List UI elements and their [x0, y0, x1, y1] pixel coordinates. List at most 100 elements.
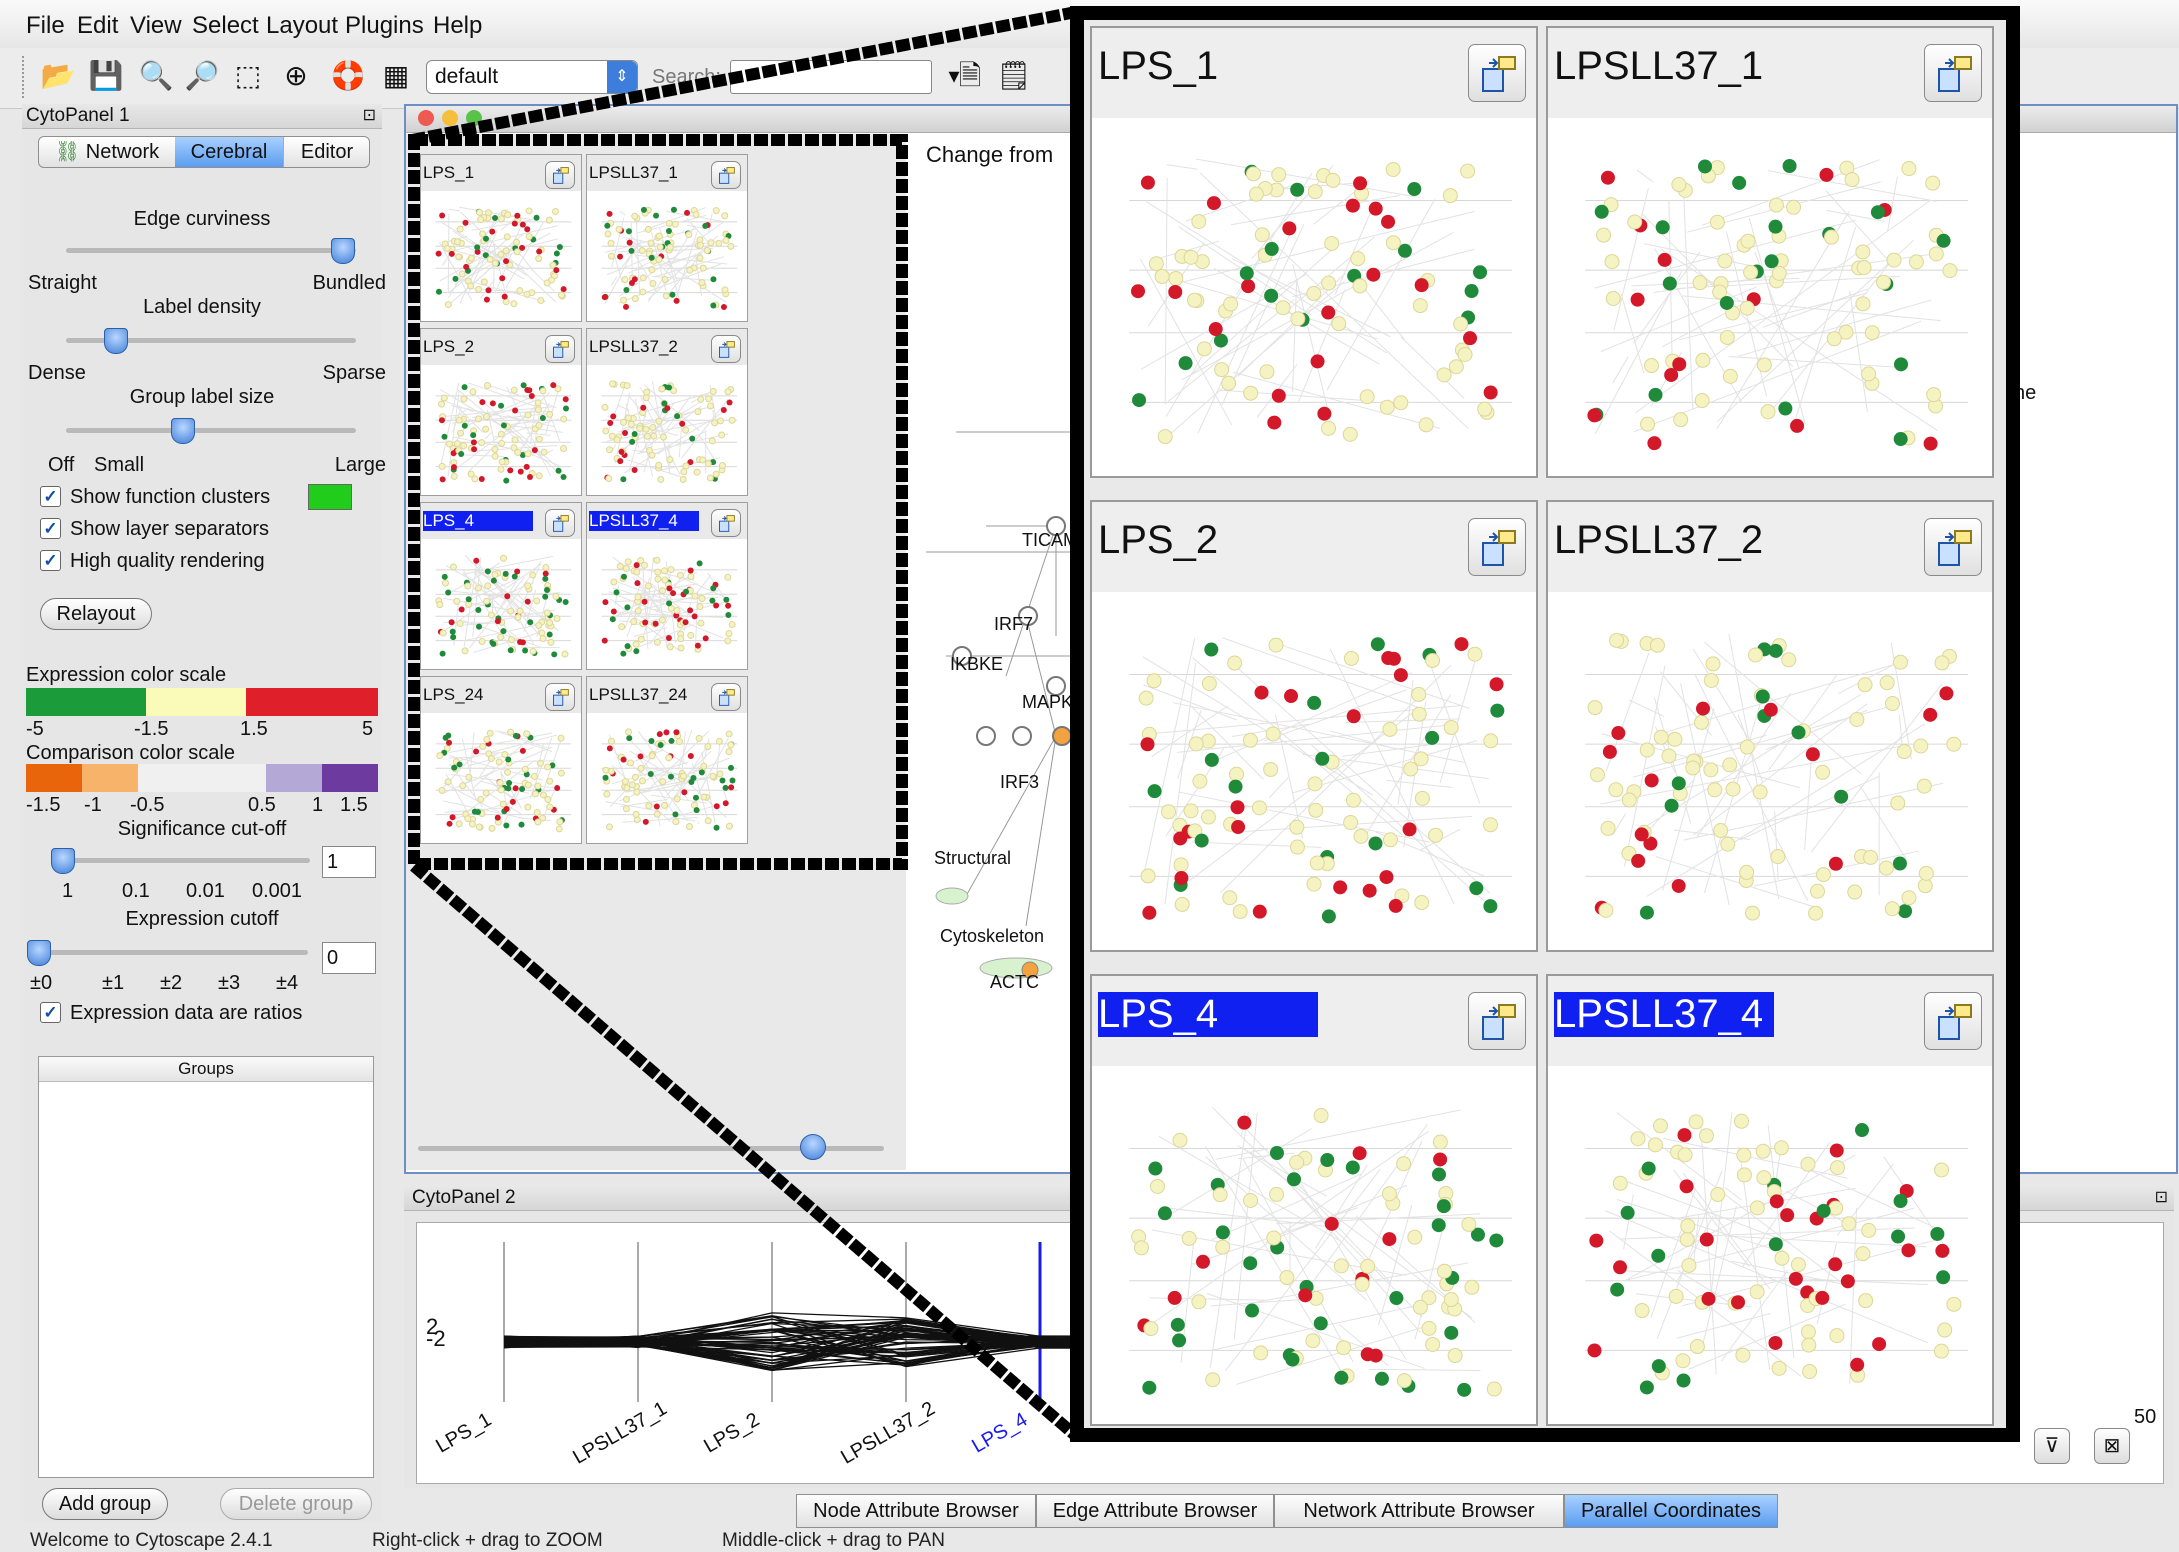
network-node: [1148, 1161, 1163, 1176]
network-node: [1132, 393, 1147, 408]
network-node: [1200, 809, 1216, 825]
network-node: [1641, 1161, 1656, 1176]
open-network-icon[interactable]: [1924, 44, 1982, 102]
open-network-icon[interactable]: [1468, 992, 1526, 1050]
network-node: [1290, 311, 1306, 327]
network-node: [1345, 792, 1361, 808]
network-node: [1778, 401, 1793, 416]
expression-cutoff-thumb[interactable]: [27, 940, 51, 966]
open-network-icon[interactable]: [1468, 44, 1526, 102]
network-node: [1389, 1291, 1404, 1306]
edge-curviness-thumb[interactable]: [330, 238, 355, 264]
network-node: [1161, 804, 1177, 820]
network-node: [1679, 1179, 1694, 1194]
zoom-tile-lpsll37_2[interactable]: LPSLL37_2: [1546, 500, 1994, 952]
network-node: [1739, 300, 1755, 316]
zoom-tile-lpsll37_4[interactable]: LPSLL37_4: [1546, 974, 1994, 1426]
network-node: [1334, 1370, 1349, 1385]
network-node: [1393, 395, 1409, 411]
network-node: [1790, 418, 1805, 433]
network-node: [1265, 726, 1281, 742]
network-node: [1791, 725, 1806, 740]
network-node: [1918, 865, 1934, 881]
network-node: [1844, 172, 1860, 188]
network-node: [1346, 709, 1361, 724]
network-node: [1689, 1339, 1705, 1355]
network-node: [1764, 254, 1779, 269]
tile-header: LPS_2: [1092, 502, 1536, 592]
network-node: [1388, 898, 1403, 913]
network-node: [1936, 1270, 1951, 1285]
network-node: [1696, 701, 1711, 716]
zoom-tile-lps_4[interactable]: LPS_4: [1090, 974, 1538, 1426]
network-node: [1736, 1147, 1752, 1163]
label-density-thumb[interactable]: [104, 328, 129, 354]
network-node: [1664, 367, 1679, 382]
network-node: [1745, 905, 1761, 921]
tile-title: LPS_1: [1098, 44, 1219, 88]
network-node: [1612, 1175, 1628, 1191]
network-node: [1425, 1336, 1441, 1352]
network-node: [1800, 1324, 1816, 1340]
network-node: [1857, 677, 1873, 693]
network-node: [1648, 387, 1663, 402]
network-node: [1381, 1186, 1397, 1202]
network-node: [1253, 1345, 1269, 1361]
network-node: [1898, 904, 1913, 919]
network-node: [1701, 1291, 1716, 1306]
network-node: [1191, 213, 1207, 229]
network-node: [1939, 686, 1954, 701]
significance-thumb[interactable]: [51, 848, 75, 874]
network-node: [1352, 278, 1368, 294]
network-node: [1489, 677, 1504, 692]
network-node: [1263, 761, 1279, 777]
tile-size-thumb[interactable]: [800, 1134, 827, 1160]
network-node: [1639, 742, 1655, 758]
network-node: [1254, 685, 1269, 700]
network-node: [1362, 883, 1377, 898]
group-label-size-thumb[interactable]: [171, 418, 195, 444]
network-node: [1892, 856, 1907, 871]
network-node: [1732, 175, 1747, 190]
network-node: [1142, 905, 1157, 920]
network-node: [1433, 1152, 1448, 1167]
network-node: [1640, 416, 1656, 432]
zoom-tile-lps_2[interactable]: LPS_2: [1090, 500, 1538, 952]
network-node: [1679, 1231, 1695, 1247]
network-node: [1891, 1229, 1906, 1244]
network-node: [1768, 1237, 1783, 1252]
network-node: [1609, 632, 1625, 648]
open-network-icon[interactable]: [1468, 518, 1526, 576]
network-node: [1788, 1271, 1803, 1286]
network-node: [1823, 229, 1839, 245]
network-node: [1243, 1192, 1259, 1208]
tile-header: LPS_1: [1092, 28, 1536, 118]
network-node: [1241, 279, 1256, 294]
network-node: [1208, 322, 1223, 337]
zoom-tile-lpsll37_1[interactable]: LPSLL37_1: [1546, 26, 1994, 478]
network-node: [1259, 364, 1275, 380]
open-network-icon[interactable]: [1924, 518, 1982, 576]
open-network-icon[interactable]: [1924, 992, 1982, 1050]
tile-header: LPSLL37_2: [1548, 502, 1992, 592]
network-node: [1587, 700, 1603, 716]
network-node: [1725, 781, 1741, 797]
network-node: [1290, 182, 1305, 197]
network-node: [1227, 655, 1243, 671]
network-node: [1639, 1380, 1654, 1395]
zoom-tile-lps_1[interactable]: LPS_1: [1090, 26, 1538, 478]
network-node: [1170, 1317, 1185, 1332]
network-node: [1756, 1170, 1772, 1186]
network-node: [1872, 1337, 1887, 1352]
network-node: [1191, 1294, 1207, 1310]
network-node: [1739, 864, 1755, 880]
network-node: [1937, 1322, 1953, 1338]
tile-title: LPSLL37_4: [1554, 992, 1774, 1037]
network-thumbnail: [1585, 632, 1968, 921]
network-node: [1447, 1348, 1463, 1364]
network-node: [1154, 268, 1170, 284]
network-node: [1790, 1257, 1806, 1273]
network-node: [1863, 849, 1879, 865]
network-node: [1664, 798, 1679, 813]
network-node: [1148, 256, 1164, 272]
